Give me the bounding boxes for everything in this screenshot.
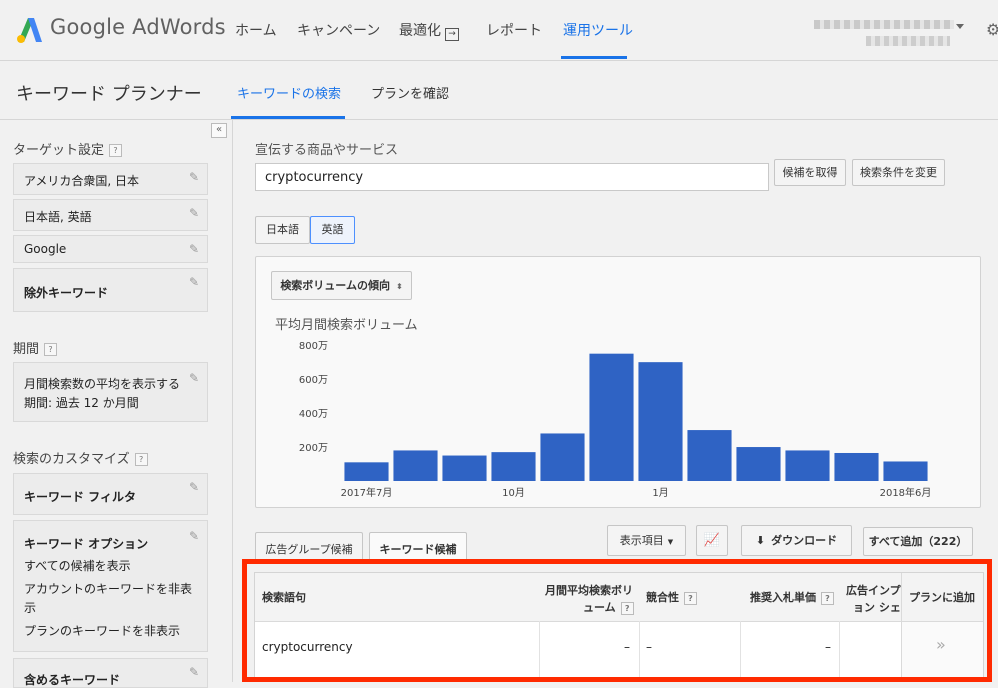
negative-keywords-label: 除外キーワード — [24, 286, 109, 300]
help-icon[interactable]: ? — [134, 453, 148, 466]
chart-bar[interactable] — [785, 450, 830, 481]
add-all-button[interactable]: すべて追加（222） — [863, 527, 973, 556]
keyword-input[interactable]: cryptocurrency — [255, 163, 769, 191]
pencil-icon[interactable]: ✎ — [189, 206, 199, 220]
download-label: ダウンロード — [771, 534, 838, 547]
period-text-1: 月間検索数の平均を表示する — [24, 377, 181, 391]
pencil-icon[interactable]: ✎ — [189, 665, 199, 679]
keyword-option-item: アカウントのキーワードを非表示 — [24, 582, 193, 615]
trend-dropdown[interactable]: 検索ボリュームの傾向 ⬍ — [271, 271, 412, 300]
y-tick-label: 600万 — [299, 375, 328, 386]
nav-home[interactable]: ホーム — [235, 20, 277, 40]
adwords-logo-icon[interactable] — [14, 14, 44, 44]
chart-bar[interactable] — [736, 447, 781, 481]
chart-toggle-button[interactable]: 📈 — [696, 525, 728, 556]
volume-chart: 200万 400万 600万 800万 2017年7月 10月 1月 2018年6月 — [299, 341, 932, 499]
nav-optimize[interactable]: 最適化 → — [399, 20, 459, 41]
include-keywords[interactable]: 含めるキーワード ✎ — [13, 658, 208, 688]
target-heading-label: ターゲット設定 — [13, 143, 105, 158]
external-icon: → — [445, 28, 459, 41]
pencil-icon[interactable]: ✎ — [189, 242, 199, 256]
keyword-options-title: キーワード オプション — [24, 537, 149, 551]
account-email-blurred[interactable] — [866, 36, 950, 46]
page-title: キーワード プランナー — [16, 84, 202, 105]
x-tick-label: 2018年6月 — [880, 486, 932, 499]
keyword-filter-label: キーワード フィルタ — [24, 490, 136, 504]
period-box[interactable]: 月間検索数の平均を表示する 期間: 過去 12 か月間 ✎ — [13, 362, 208, 422]
product-label: 宣伝する商品やサービス — [255, 143, 399, 158]
period-heading-label: 期間 — [13, 342, 40, 357]
keyword-options[interactable]: キーワード オプション すべての候補を表示 アカウントのキーワードを非表示 プラ… — [13, 520, 208, 652]
highlight-annotation — [242, 559, 992, 682]
chart-icon: 📈 — [703, 533, 721, 548]
target-language[interactable]: 日本語, 英語 ✎ — [13, 199, 208, 231]
pencil-icon[interactable]: ✎ — [189, 369, 199, 388]
chart-bar[interactable] — [883, 461, 928, 481]
chart-bar[interactable] — [687, 430, 732, 481]
trend-dropdown-label: 検索ボリュームの傾向 — [280, 279, 390, 292]
nav-tools[interactable]: 運用ツール — [563, 20, 633, 40]
get-ideas-button[interactable]: 候補を取得 — [774, 159, 846, 186]
y-tick-label: 800万 — [299, 341, 328, 352]
target-language-label: 日本語, 英語 — [24, 210, 92, 224]
chart-bar[interactable] — [442, 455, 487, 481]
chart-bar[interactable] — [540, 433, 585, 481]
chart-bar[interactable] — [589, 353, 634, 481]
gear-icon[interactable]: ⚙ — [986, 20, 998, 39]
target-location-label: アメリカ合衆国, 日本 — [24, 174, 140, 188]
pencil-icon[interactable]: ✎ — [189, 275, 199, 289]
y-tick-label: 200万 — [299, 443, 328, 454]
chart-bar[interactable] — [834, 452, 879, 481]
x-tick-label: 10月 — [502, 487, 525, 499]
lang-japanese-button[interactable]: 日本語 — [255, 216, 310, 244]
pencil-icon[interactable]: ✎ — [189, 527, 199, 546]
target-network-label: Google — [24, 242, 67, 256]
keyword-option-item: すべての候補を表示 — [24, 559, 131, 573]
sort-arrows-icon: ⬍ — [395, 282, 403, 291]
include-keywords-label: 含めるキーワード — [24, 673, 121, 687]
chevron-down-icon: ▼ — [667, 538, 674, 546]
y-tick-label: 400万 — [299, 409, 328, 420]
pencil-icon[interactable]: ✎ — [189, 170, 199, 184]
chart-bar[interactable] — [393, 450, 438, 481]
columns-dropdown[interactable]: 表示項目 ▼ — [607, 525, 686, 556]
x-tick-label: 2017年7月 — [341, 486, 393, 499]
download-icon: ⬇ — [755, 534, 766, 547]
download-button[interactable]: ⬇ ダウンロード — [741, 525, 852, 556]
period-text-2: 期間: 過去 12 か月間 — [24, 396, 139, 410]
collapse-sidebar-button[interactable]: « — [211, 123, 227, 138]
help-icon[interactable]: ? — [109, 144, 123, 157]
nav-optimize-label: 最適化 — [399, 23, 441, 39]
keyword-filter[interactable]: キーワード フィルタ ✎ — [13, 473, 208, 515]
x-tick-label: 1月 — [652, 487, 668, 499]
app-logo-text[interactable]: Google AdWords — [50, 15, 226, 39]
help-icon[interactable]: ? — [44, 343, 58, 356]
modify-search-button[interactable]: 検索条件を変更 — [852, 159, 945, 186]
columns-label: 表示項目 — [619, 534, 664, 547]
customize-heading: 検索のカスタマイズ? — [13, 448, 148, 467]
target-location[interactable]: アメリカ合衆国, 日本 ✎ — [13, 163, 208, 195]
negative-keywords[interactable]: 除外キーワード ✎ — [13, 268, 208, 312]
customize-heading-label: 検索のカスタマイズ — [13, 452, 130, 467]
target-heading: ターゲット設定? — [13, 139, 123, 158]
nav-reports[interactable]: レポート — [486, 20, 542, 40]
nav-active-indicator — [561, 56, 627, 59]
tab-active-indicator — [231, 116, 345, 119]
lang-english-button[interactable]: 英語 — [310, 216, 355, 244]
chart-bar[interactable] — [638, 362, 683, 481]
tab-keyword-search[interactable]: キーワードの検索 — [237, 83, 341, 102]
pencil-icon[interactable]: ✎ — [189, 480, 199, 494]
keyword-option-item: プランのキーワードを非表示 — [24, 624, 181, 638]
chart-bar[interactable] — [491, 452, 536, 481]
period-heading: 期間? — [13, 338, 58, 357]
account-dropdown-icon[interactable] — [956, 24, 964, 29]
tab-review-plan[interactable]: プランを確認 — [371, 83, 449, 102]
chart-bar[interactable] — [344, 462, 389, 481]
nav-campaigns[interactable]: キャンペーン — [297, 20, 380, 40]
target-network[interactable]: Google ✎ — [13, 235, 208, 263]
chart-label: 平均月間検索ボリューム — [275, 318, 418, 333]
account-id-blurred[interactable] — [814, 20, 954, 29]
